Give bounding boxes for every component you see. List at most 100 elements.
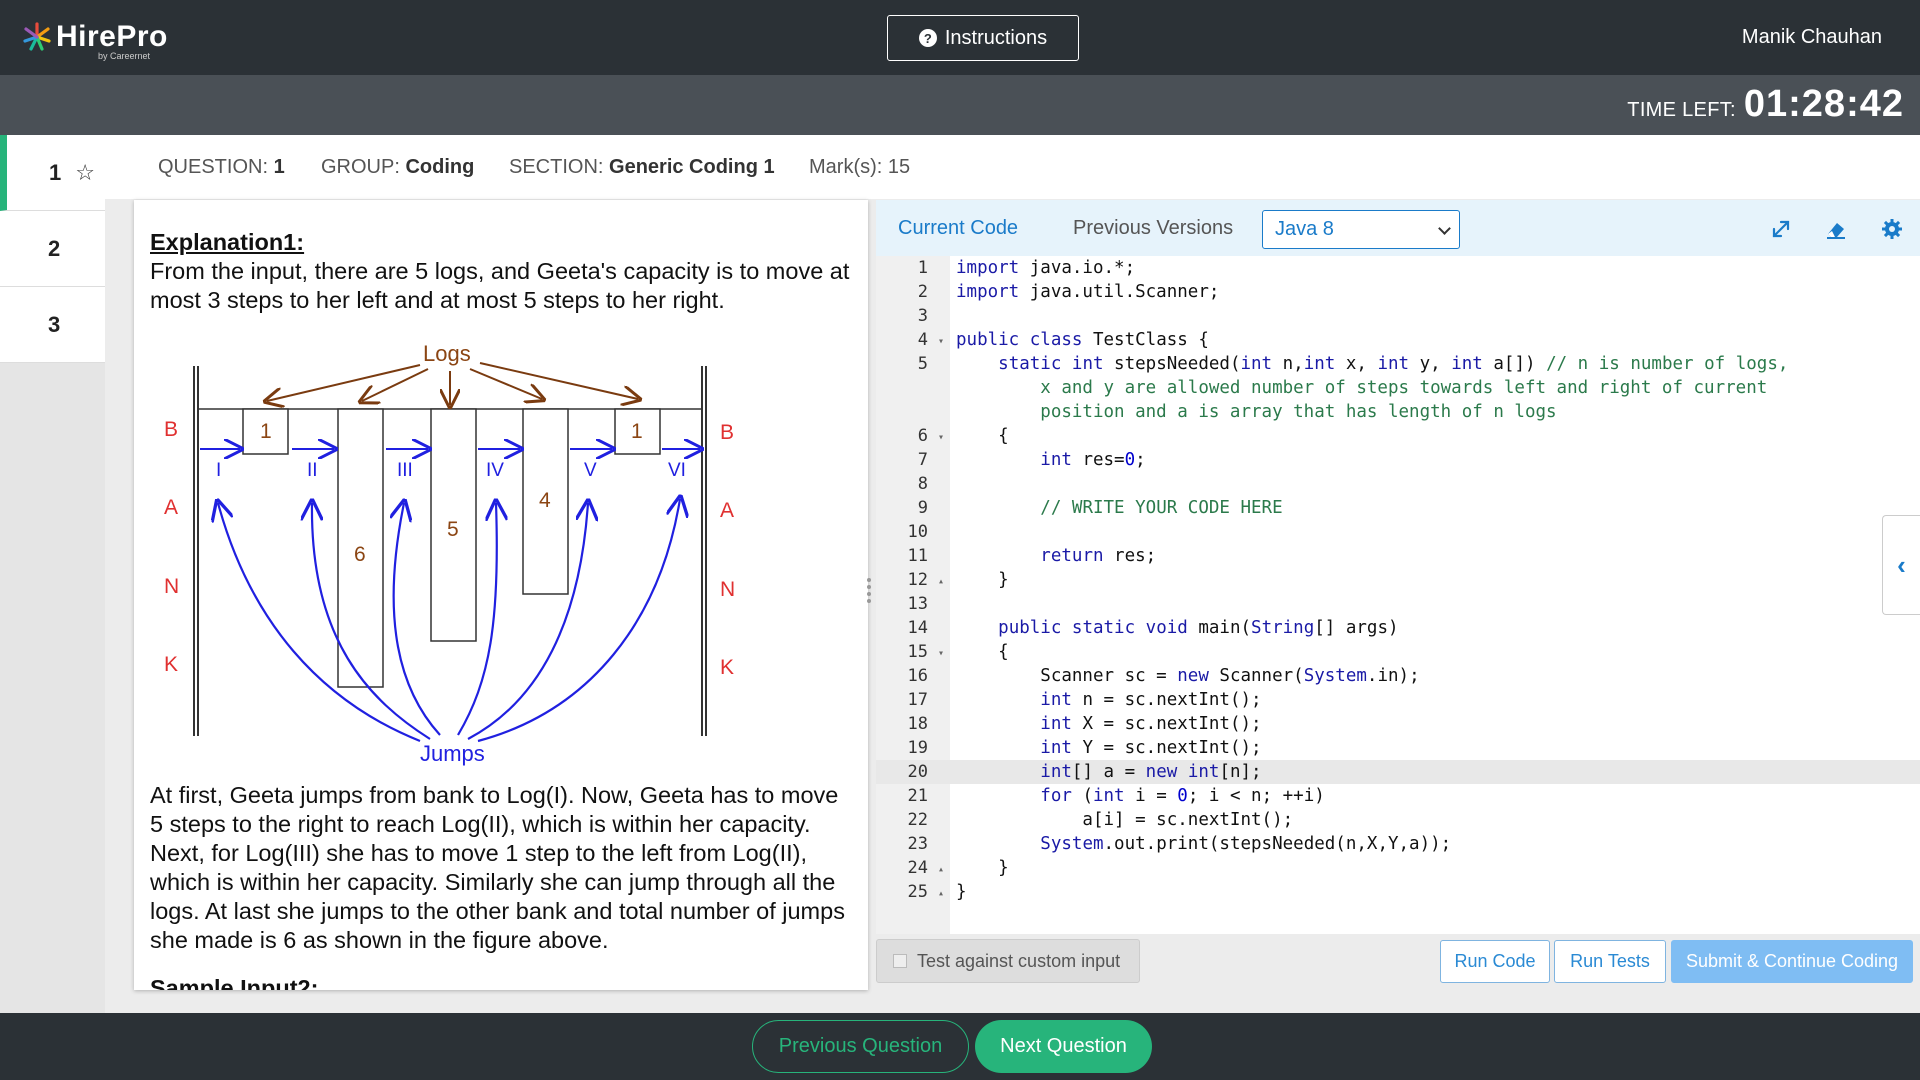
chevron-left-icon: ‹ — [1897, 549, 1906, 580]
bank-letter-left: N — [164, 575, 179, 598]
line-number: 22 — [876, 808, 950, 832]
instructions-label: Instructions — [944, 26, 1048, 49]
top-header: HirePro by Careernet ? Instructions Mani… — [0, 0, 1920, 75]
editor-footer: Test against custom input Run Code Run T… — [876, 934, 1920, 1013]
instructions-button[interactable]: ? Instructions — [887, 15, 1079, 61]
line-number-text: 2 — [917, 282, 928, 302]
line-number-text: 23 — [907, 834, 928, 854]
run-code-button[interactable]: Run Code — [1440, 940, 1550, 983]
tab-current-code[interactable]: Current Code — [877, 217, 1039, 259]
line-number-text: 13 — [907, 594, 928, 614]
line-number: 20 — [876, 760, 950, 784]
question-navigator: 1 ☆ 2 3 — [0, 135, 105, 1013]
code-line: Scanner sc = new Scanner(System.in); — [956, 666, 1420, 686]
submit-continue-button[interactable]: Submit & Continue Coding — [1671, 940, 1913, 983]
timer-bar: TIME LEFT: 01:28:42 — [0, 75, 1920, 135]
time-left-value: 01:28:42 — [1743, 83, 1904, 125]
jump-label: VI — [668, 460, 686, 481]
question-number: 2 — [48, 235, 61, 261]
fold-arrow-icon[interactable]: ▴ — [938, 570, 944, 594]
code-line: } — [956, 882, 967, 902]
line-number-text: 20 — [907, 762, 928, 782]
jump-label: I — [216, 460, 221, 481]
line-number-text: 15 — [907, 642, 928, 662]
jump-label: IV — [486, 460, 504, 481]
bookmark-star-icon[interactable]: ☆ — [75, 160, 95, 186]
line-number-text: 9 — [917, 498, 928, 518]
marks-label: Mark(s): — [809, 156, 883, 178]
side-panel-toggle[interactable]: ‹ — [1882, 515, 1920, 615]
gear-icon[interactable] — [1880, 217, 1904, 241]
bank-letter-right: N — [720, 578, 735, 601]
group-info: GROUP: Coding — [321, 156, 474, 179]
custom-input-toggle[interactable]: Test against custom input — [876, 939, 1140, 983]
line-number: 17 — [876, 688, 950, 712]
language-select[interactable]: Java 8 — [1262, 210, 1460, 249]
log-value: 4 — [539, 489, 551, 512]
explanation-figure: B A N K B A N K 1 6 5 4 1 Logs I II III … — [164, 341, 735, 766]
line-number-text: 1 — [917, 258, 928, 278]
tab-previous-versions[interactable]: Previous Versions — [1073, 217, 1233, 240]
pane-resize-handle[interactable] — [866, 575, 872, 615]
log-value: 5 — [447, 518, 459, 541]
run-tests-button[interactable]: Run Tests — [1554, 940, 1666, 983]
question-info: QUESTION: 1 — [158, 156, 285, 179]
section-info: SECTION: Generic Coding 1 — [509, 156, 775, 179]
explanation-body: At first, Geeta jumps from bank to Log(I… — [150, 782, 845, 953]
line-number: 19 — [876, 736, 950, 760]
code-line: } — [956, 570, 1009, 590]
question-number: 3 — [48, 311, 61, 337]
code-line: int res=0; — [1040, 450, 1146, 470]
line-number-text: 14 — [907, 618, 928, 638]
fold-arrow-icon[interactable]: ▾ — [938, 642, 944, 666]
section-label: SECTION: — [509, 156, 604, 178]
bottom-navigation-bar: Previous Question Next Question — [0, 1013, 1920, 1080]
code-line: int n = sc.nextInt(); — [1040, 690, 1262, 710]
bank-letter-left: A — [164, 496, 178, 519]
explanation-intro: From the input, there are 5 logs, and Ge… — [150, 258, 850, 313]
question-number: 1 — [49, 159, 62, 185]
next-question-button[interactable]: Next Question — [975, 1020, 1152, 1073]
fold-arrow-icon[interactable]: ▴ — [938, 882, 944, 906]
line-number-text: 18 — [907, 714, 928, 734]
question-nav-item-2[interactable]: 2 — [0, 211, 105, 287]
logs-label: Logs — [423, 341, 471, 366]
code-line: return res; — [1040, 546, 1157, 566]
line-number-text: 19 — [907, 738, 928, 758]
log-value: 1 — [260, 420, 272, 443]
previous-question-button[interactable]: Previous Question — [752, 1020, 969, 1073]
code-line: import java.io.*; — [956, 258, 1136, 278]
custom-input-checkbox[interactable] — [893, 954, 907, 968]
bank-letter-left: K — [164, 653, 178, 676]
fold-arrow-icon[interactable]: ▾ — [938, 330, 944, 354]
question-info-bar: QUESTION: 1 GROUP: Coding SECTION: Gener… — [105, 135, 1920, 199]
expand-icon[interactable] — [1769, 217, 1793, 241]
line-number: 3 — [876, 304, 950, 328]
time-left: TIME LEFT: 01:28:42 — [1627, 83, 1904, 126]
line-number: 23 — [876, 832, 950, 856]
marks-value: 15 — [887, 156, 911, 178]
line-number: 4 ▾ — [876, 328, 950, 352]
eraser-icon[interactable] — [1824, 217, 1848, 241]
line-number-text: 10 — [907, 522, 928, 542]
fold-arrow-icon[interactable]: ▴ — [938, 858, 944, 882]
code-line: import java.util.Scanner; — [956, 282, 1220, 302]
code-line: a[i] = sc.nextInt(); — [956, 810, 1294, 830]
logo-text: HirePro — [56, 20, 168, 53]
custom-input-label: Test against custom input — [917, 950, 1121, 971]
line-number: 1 — [876, 256, 950, 280]
line-number: 6 ▾ — [876, 424, 950, 448]
code-line: { — [956, 426, 1009, 446]
line-number: 7 — [876, 448, 950, 472]
line-number-text: 22 — [907, 810, 928, 830]
question-nav-item-1[interactable]: 1 ☆ — [0, 135, 105, 211]
line-number-text: 21 — [907, 786, 928, 806]
sample-input-heading: Sample Input2: — [150, 975, 319, 990]
problem-statement-pane[interactable]: Explanation1: From the input, there are … — [134, 200, 868, 990]
code-editor-pane: Current Code Previous Versions Java 8 im… — [876, 200, 1920, 934]
line-number: 25 ▴ — [876, 880, 950, 904]
code-line: // WRITE YOUR CODE HERE — [1040, 498, 1283, 518]
question-nav-item-3[interactable]: 3 — [0, 287, 105, 363]
fold-arrow-icon[interactable]: ▾ — [938, 426, 944, 450]
code-line: public static void main(String[] args) — [998, 618, 1399, 638]
